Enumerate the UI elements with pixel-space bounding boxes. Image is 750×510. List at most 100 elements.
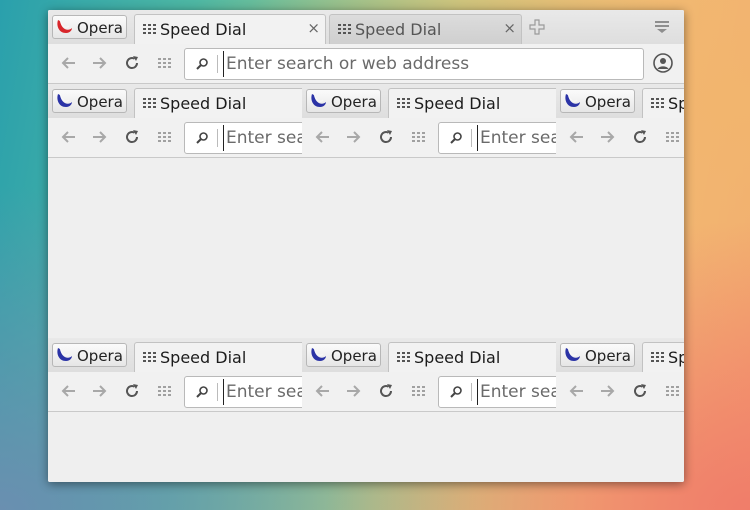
back-button[interactable] — [567, 381, 587, 401]
opera-menu-button[interactable]: Opera — [306, 89, 381, 113]
speed-dial-button[interactable] — [154, 381, 174, 401]
reload-button[interactable] — [630, 381, 650, 401]
forward-button[interactable] — [89, 127, 109, 147]
arrow-right-icon — [347, 131, 361, 143]
opera-logo-icon — [57, 93, 72, 107]
tab-title: Speed Dial — [355, 20, 442, 39]
forward-button[interactable] — [89, 381, 109, 401]
browser-chrome: Opera Speed Dial × Speed Dial × — [48, 338, 302, 412]
tab-title: Speed Dial — [414, 94, 501, 113]
reload-button[interactable] — [122, 53, 142, 73]
tab-speed-dial-active[interactable]: Speed Dial × — [642, 342, 684, 372]
reload-button[interactable] — [630, 127, 650, 147]
address-input[interactable] — [477, 379, 556, 405]
tab-speed-dial-active[interactable]: Speed Dial × — [134, 342, 302, 372]
navigation-toolbar — [302, 118, 556, 158]
speed-dial-button[interactable] — [408, 381, 428, 401]
opera-menu-button[interactable]: Opera — [52, 89, 127, 113]
search-icon — [196, 132, 208, 144]
tab-bar: Opera Speed Dial × Speed Dial × — [48, 84, 302, 118]
address-bar[interactable] — [438, 122, 556, 154]
browser-window: Opera Speed Dial × Speed Dial × Enter se… — [48, 10, 684, 482]
back-button[interactable] — [59, 53, 79, 73]
grid-icon — [412, 386, 425, 396]
address-separator — [217, 383, 218, 401]
speed-dial-tab-icon — [651, 98, 664, 108]
opera-menu-button[interactable]: Opera — [560, 89, 635, 113]
tab-speed-dial-active[interactable]: Speed Dial × — [388, 88, 556, 118]
speed-dial-button[interactable] — [662, 381, 682, 401]
reload-button[interactable] — [122, 127, 142, 147]
tab-bar: Opera Speed Dial × Speed Dial × — [48, 10, 684, 44]
opera-menu-button[interactable]: Opera — [52, 15, 127, 39]
new-tab-plus-icon[interactable] — [528, 18, 546, 36]
back-button[interactable] — [59, 127, 79, 147]
reload-button[interactable] — [376, 127, 396, 147]
speed-dial-button[interactable] — [408, 127, 428, 147]
address-input[interactable] — [477, 125, 556, 151]
forward-button[interactable] — [89, 53, 109, 73]
grid-icon — [158, 132, 171, 142]
speed-dial-button[interactable] — [154, 53, 174, 73]
tab-speed-dial-inactive[interactable]: Speed Dial × — [329, 14, 522, 44]
grid-icon — [158, 58, 171, 68]
opera-logo-icon — [565, 93, 580, 107]
speed-dial-button[interactable] — [662, 127, 682, 147]
opera-menu-button[interactable]: Opera — [306, 343, 381, 367]
reload-icon — [634, 130, 647, 143]
user-icon[interactable] — [652, 52, 674, 74]
speed-dial-tab-icon — [397, 352, 410, 362]
arrow-right-icon — [601, 131, 615, 143]
reload-button[interactable] — [122, 381, 142, 401]
tab-bar: Opera Speed Dial × Speed Dial × — [556, 84, 684, 118]
speed-dial-tab-icon — [143, 24, 156, 34]
tab-speed-dial-active[interactable]: Speed Dial × — [134, 14, 326, 44]
reload-icon — [634, 384, 647, 397]
reload-icon — [126, 130, 139, 143]
opera-menu-button[interactable]: Opera — [560, 343, 635, 367]
browser-chrome: Opera Speed Dial × Speed Dial × — [48, 10, 684, 84]
tab-speed-dial-active[interactable]: Speed Dial × — [134, 88, 302, 118]
back-button[interactable] — [313, 127, 333, 147]
tab-bar: Opera Speed Dial × Speed Dial × — [302, 338, 556, 372]
tab-bar: Opera Speed Dial × Speed Dial × — [48, 338, 302, 372]
arrow-right-icon — [93, 57, 107, 69]
tab-title: Speed Dial — [160, 348, 247, 367]
address-bar[interactable] — [184, 122, 302, 154]
arrow-left-icon — [61, 385, 75, 397]
address-bar[interactable] — [438, 376, 556, 408]
address-input[interactable] — [223, 379, 302, 405]
forward-button[interactable] — [597, 381, 617, 401]
browser-chrome: Opera Speed Dial × Speed Dial × — [302, 84, 556, 158]
opera-logo-icon — [57, 19, 72, 33]
tab-menu-icon[interactable] — [654, 19, 670, 35]
opera-menu-button[interactable]: Opera — [52, 343, 127, 367]
address-input[interactable] — [223, 125, 302, 151]
tab-speed-dial-active[interactable]: Speed Dial × — [642, 88, 684, 118]
address-bar[interactable] — [184, 376, 302, 408]
navigation-toolbar — [48, 372, 302, 412]
address-bar[interactable] — [184, 48, 644, 80]
close-tab-icon[interactable]: × — [503, 19, 516, 37]
forward-button[interactable] — [343, 381, 363, 401]
forward-button[interactable] — [597, 127, 617, 147]
back-button[interactable] — [59, 381, 79, 401]
close-tab-icon[interactable]: × — [307, 19, 320, 37]
reload-button[interactable] — [376, 381, 396, 401]
address-input[interactable] — [223, 51, 636, 77]
speed-dial-tab-icon — [397, 98, 410, 108]
grid-icon — [666, 386, 679, 396]
speed-dial-tab-icon — [338, 24, 351, 34]
speed-dial-button[interactable] — [154, 127, 174, 147]
grid-icon — [412, 132, 425, 142]
navigation-toolbar — [556, 372, 684, 412]
forward-button[interactable] — [343, 127, 363, 147]
opera-menu-label: Opera — [77, 93, 123, 111]
browser-chrome: Opera Speed Dial × Speed Dial × — [556, 338, 684, 412]
arrow-right-icon — [601, 385, 615, 397]
address-separator — [471, 383, 472, 401]
tab-speed-dial-active[interactable]: Speed Dial × — [388, 342, 556, 372]
arrow-left-icon — [569, 385, 583, 397]
back-button[interactable] — [567, 127, 587, 147]
back-button[interactable] — [313, 381, 333, 401]
